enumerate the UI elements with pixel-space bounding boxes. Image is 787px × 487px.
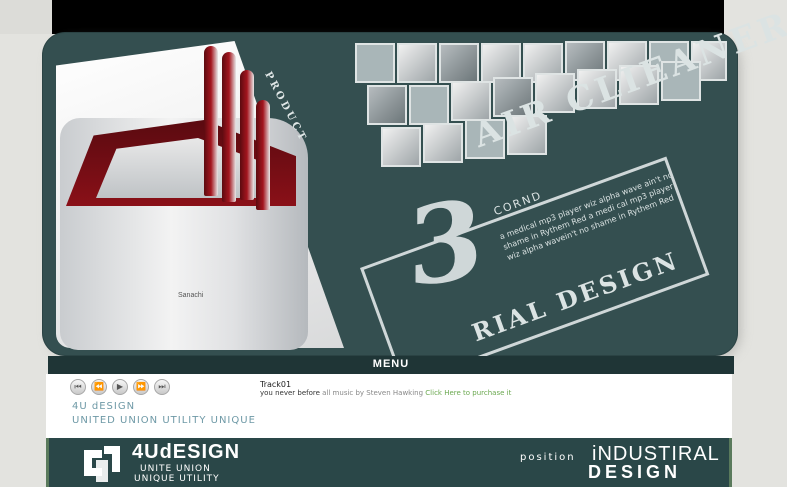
thumbnail (423, 123, 463, 163)
track-title: you never before (260, 389, 320, 397)
thumbnail (397, 43, 437, 83)
menu-bar[interactable]: MENU (48, 356, 734, 374)
play-icon[interactable]: ▶ (112, 379, 128, 395)
design-heading: DESIGN (588, 462, 682, 482)
purchase-link[interactable]: Click Here to purchase it (425, 389, 511, 397)
air-cleaner-fin (222, 52, 236, 202)
brand-tagline: UNITED UNION UTILITY UNIQUE (72, 415, 256, 426)
music-player: ⏮ ⏪ ▶ ⏩ ⏭ Track01 you never before all m… (46, 374, 732, 438)
device-brand-label: Sanachi (178, 292, 204, 299)
air-cleaner-fin (240, 70, 254, 200)
track-info: you never before all music by Steven Haw… (260, 389, 511, 397)
stop-icon[interactable]: ⏮ (70, 379, 86, 395)
track-name: Track01 (260, 380, 292, 389)
menu-button[interactable]: MENU (48, 358, 734, 370)
forward-icon[interactable]: ⏩ (133, 379, 149, 395)
air-cleaner-fin (204, 46, 218, 196)
top-left-shade (0, 0, 52, 34)
logo-icon (84, 446, 120, 482)
brand-name: 4U dESIGN (72, 401, 136, 412)
thumbnail (439, 43, 479, 83)
top-black-bar (0, 0, 724, 34)
next-icon[interactable]: ⏭ (154, 379, 170, 395)
thumbnail (355, 43, 395, 83)
footer-logo-text: 4UdESIGN (132, 441, 241, 463)
footer-logo-sub2: UNIQUE UTILITY (134, 474, 220, 484)
music-credit: all music by Steven Hawking (322, 389, 424, 397)
rewind-icon[interactable]: ⏪ (91, 379, 107, 395)
air-cleaner-fin (256, 100, 270, 210)
thumbnail (367, 85, 407, 125)
position-link[interactable]: position (520, 452, 576, 463)
thumbnail (381, 127, 421, 167)
thumbnail (409, 85, 449, 125)
footer-logo-sub1: UNITE UNION (140, 464, 211, 474)
